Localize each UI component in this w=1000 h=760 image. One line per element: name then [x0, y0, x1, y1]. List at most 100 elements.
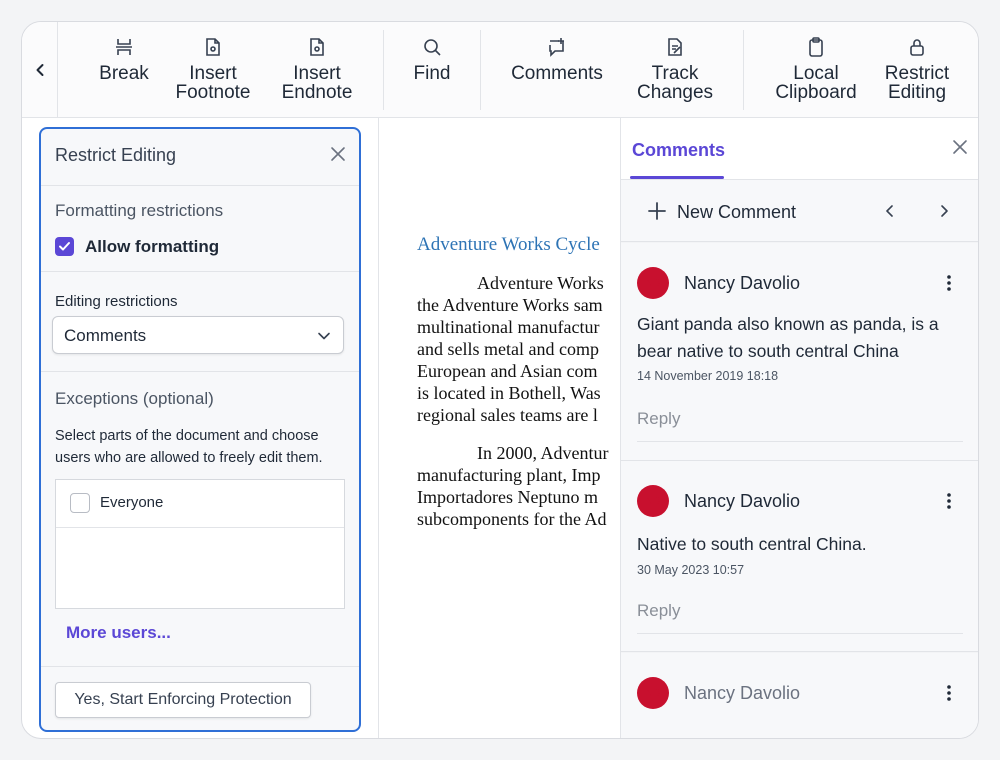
editing-restrictions-select[interactable]: Comments [52, 316, 344, 354]
everyone-label: Everyone [100, 494, 164, 511]
formatting-restrictions-title: Formatting restrictions [55, 201, 224, 220]
comment-date: 30 May 2023 10:57 [637, 563, 745, 577]
comment-card[interactable]: ND Nancy Davolio Native to south central… [621, 461, 978, 652]
local-clipboard-label-2: Clipboard [775, 82, 857, 103]
endnote-icon [306, 36, 328, 58]
clipboard-icon [805, 36, 827, 58]
insert-endnote-button[interactable]: Insert Endnote [272, 36, 362, 102]
restrict-editing-button[interactable]: Restrict Editing [878, 36, 956, 102]
restrict-editing-label-1: Restrict [884, 63, 950, 84]
comment-card[interactable]: ND Nancy Davolio [621, 653, 978, 738]
users-list: Everyone [55, 479, 345, 609]
divider [637, 633, 963, 634]
more-vertical-icon[interactable] [941, 683, 957, 703]
local-clipboard-button[interactable]: Local Clipboard [762, 36, 870, 102]
comment-date: 14 November 2019 18:18 [637, 369, 779, 383]
comments-panel: Comments New Comment ND Nancy Davolio Gi… [620, 118, 978, 738]
panel-title: Restrict Editing [55, 145, 177, 165]
avatar: ND [637, 485, 669, 517]
toolbar-separator [743, 30, 744, 110]
find-label: Find [413, 63, 451, 84]
comment-add-icon [546, 36, 568, 58]
divider [41, 666, 359, 667]
back-button[interactable] [22, 22, 58, 118]
restrict-editing-label-2: Editing [887, 82, 947, 103]
editing-restrictions-title: Editing restrictions [55, 293, 178, 310]
comment-author: Nancy Davolio [684, 273, 801, 293]
tab-comments[interactable]: Comments [632, 140, 725, 161]
document-line: and sells metal and comp [417, 339, 599, 359]
track-changes-label-1: Track [651, 63, 699, 84]
page-break-icon [113, 36, 135, 58]
document-line: regional sales teams are l [417, 405, 598, 425]
document-line: manufacturing plant, Imp [417, 465, 601, 485]
track-changes-label-2: Changes [636, 82, 714, 103]
comment-author: Nancy Davolio [684, 683, 801, 703]
comments-button[interactable]: Comments [506, 36, 608, 83]
document-line: multinational manufactur [417, 317, 600, 337]
new-comment-button[interactable]: New Comment [677, 202, 796, 223]
footnote-icon [202, 36, 224, 58]
insert-footnote-label-2: Footnote [175, 82, 251, 103]
chevron-right-icon[interactable] [937, 204, 951, 218]
divider [41, 185, 359, 186]
tab-active-indicator [630, 176, 724, 179]
more-vertical-icon[interactable] [941, 273, 957, 293]
toolbar-separator [480, 30, 481, 110]
chevron-left-icon[interactable] [883, 204, 897, 218]
checkmark-icon [59, 242, 70, 251]
break-label: Break [99, 63, 149, 84]
reply-button[interactable]: Reply [637, 409, 680, 429]
divider [41, 371, 359, 372]
document-line: In 2000, Adventur [477, 443, 609, 463]
document-line: is located in Bothell, Was [417, 383, 601, 403]
track-changes-button[interactable]: Track Changes [628, 36, 722, 102]
insert-footnote-label-1: Insert [189, 63, 237, 84]
document-line: subcomponents for the Ad [417, 509, 607, 529]
start-enforcing-button[interactable]: Yes, Start Enforcing Protection [55, 682, 311, 718]
app-window: Break Insert Footnote Insert Endnote Fin… [21, 21, 979, 739]
close-icon[interactable] [329, 145, 347, 163]
insert-footnote-button[interactable]: Insert Footnote [168, 36, 258, 102]
exceptions-title: Exceptions (optional) [55, 389, 214, 408]
comment-text: Giant panda also known as panda, is a be… [637, 314, 939, 361]
more-vertical-icon[interactable] [941, 491, 957, 511]
new-comment-bar: New Comment [621, 180, 978, 242]
comment-author: Nancy Davolio [684, 491, 801, 511]
everyone-checkbox[interactable] [70, 493, 90, 513]
document-line: the Adventure Works sam [417, 295, 603, 315]
lock-icon [906, 36, 928, 58]
allow-formatting-checkbox[interactable] [55, 237, 74, 256]
document-paragraph-1: Adventure Works the Adventure Works sam … [417, 272, 620, 426]
close-icon[interactable] [951, 138, 969, 156]
comments-header: Comments [621, 118, 978, 180]
allow-formatting-label: Allow formatting [85, 237, 220, 256]
more-users-link[interactable]: More users... [66, 623, 171, 643]
plus-icon[interactable] [647, 201, 667, 221]
document-line: Importadores Neptuno m [417, 487, 598, 507]
avatar: ND [637, 267, 669, 299]
search-icon [421, 36, 443, 58]
local-clipboard-label-1: Local [793, 63, 839, 84]
user-row-everyone[interactable]: Everyone [56, 480, 344, 528]
document-canvas[interactable]: Adventure Works Cycle Adventure Works th… [378, 118, 620, 738]
document-paragraph-2: In 2000, Adventur manufacturing plant, I… [417, 442, 620, 530]
document-line: European and Asian com [417, 361, 598, 381]
insert-endnote-label-2: Endnote [281, 82, 353, 103]
reply-button[interactable]: Reply [637, 601, 680, 621]
editing-restrictions-value: Comments [64, 326, 147, 345]
comment-text: Native to south central China. [637, 534, 867, 554]
document-heading: Adventure Works Cycle [417, 234, 600, 255]
toolbar: Break Insert Footnote Insert Endnote Fin… [22, 22, 978, 118]
restrict-editing-panel: Restrict Editing Formatting restrictions… [39, 127, 361, 732]
break-button[interactable]: Break [94, 36, 154, 83]
divider [637, 441, 963, 442]
comment-card[interactable]: ND Nancy Davolio Giant panda also known … [621, 243, 978, 461]
divider [41, 271, 359, 272]
toolbar-separator [383, 30, 384, 110]
insert-endnote-label-1: Insert [293, 63, 341, 84]
comments-label: Comments [511, 63, 603, 84]
chevron-left-icon [36, 64, 43, 76]
find-button[interactable]: Find [402, 36, 462, 83]
chevron-down-icon [318, 332, 330, 340]
